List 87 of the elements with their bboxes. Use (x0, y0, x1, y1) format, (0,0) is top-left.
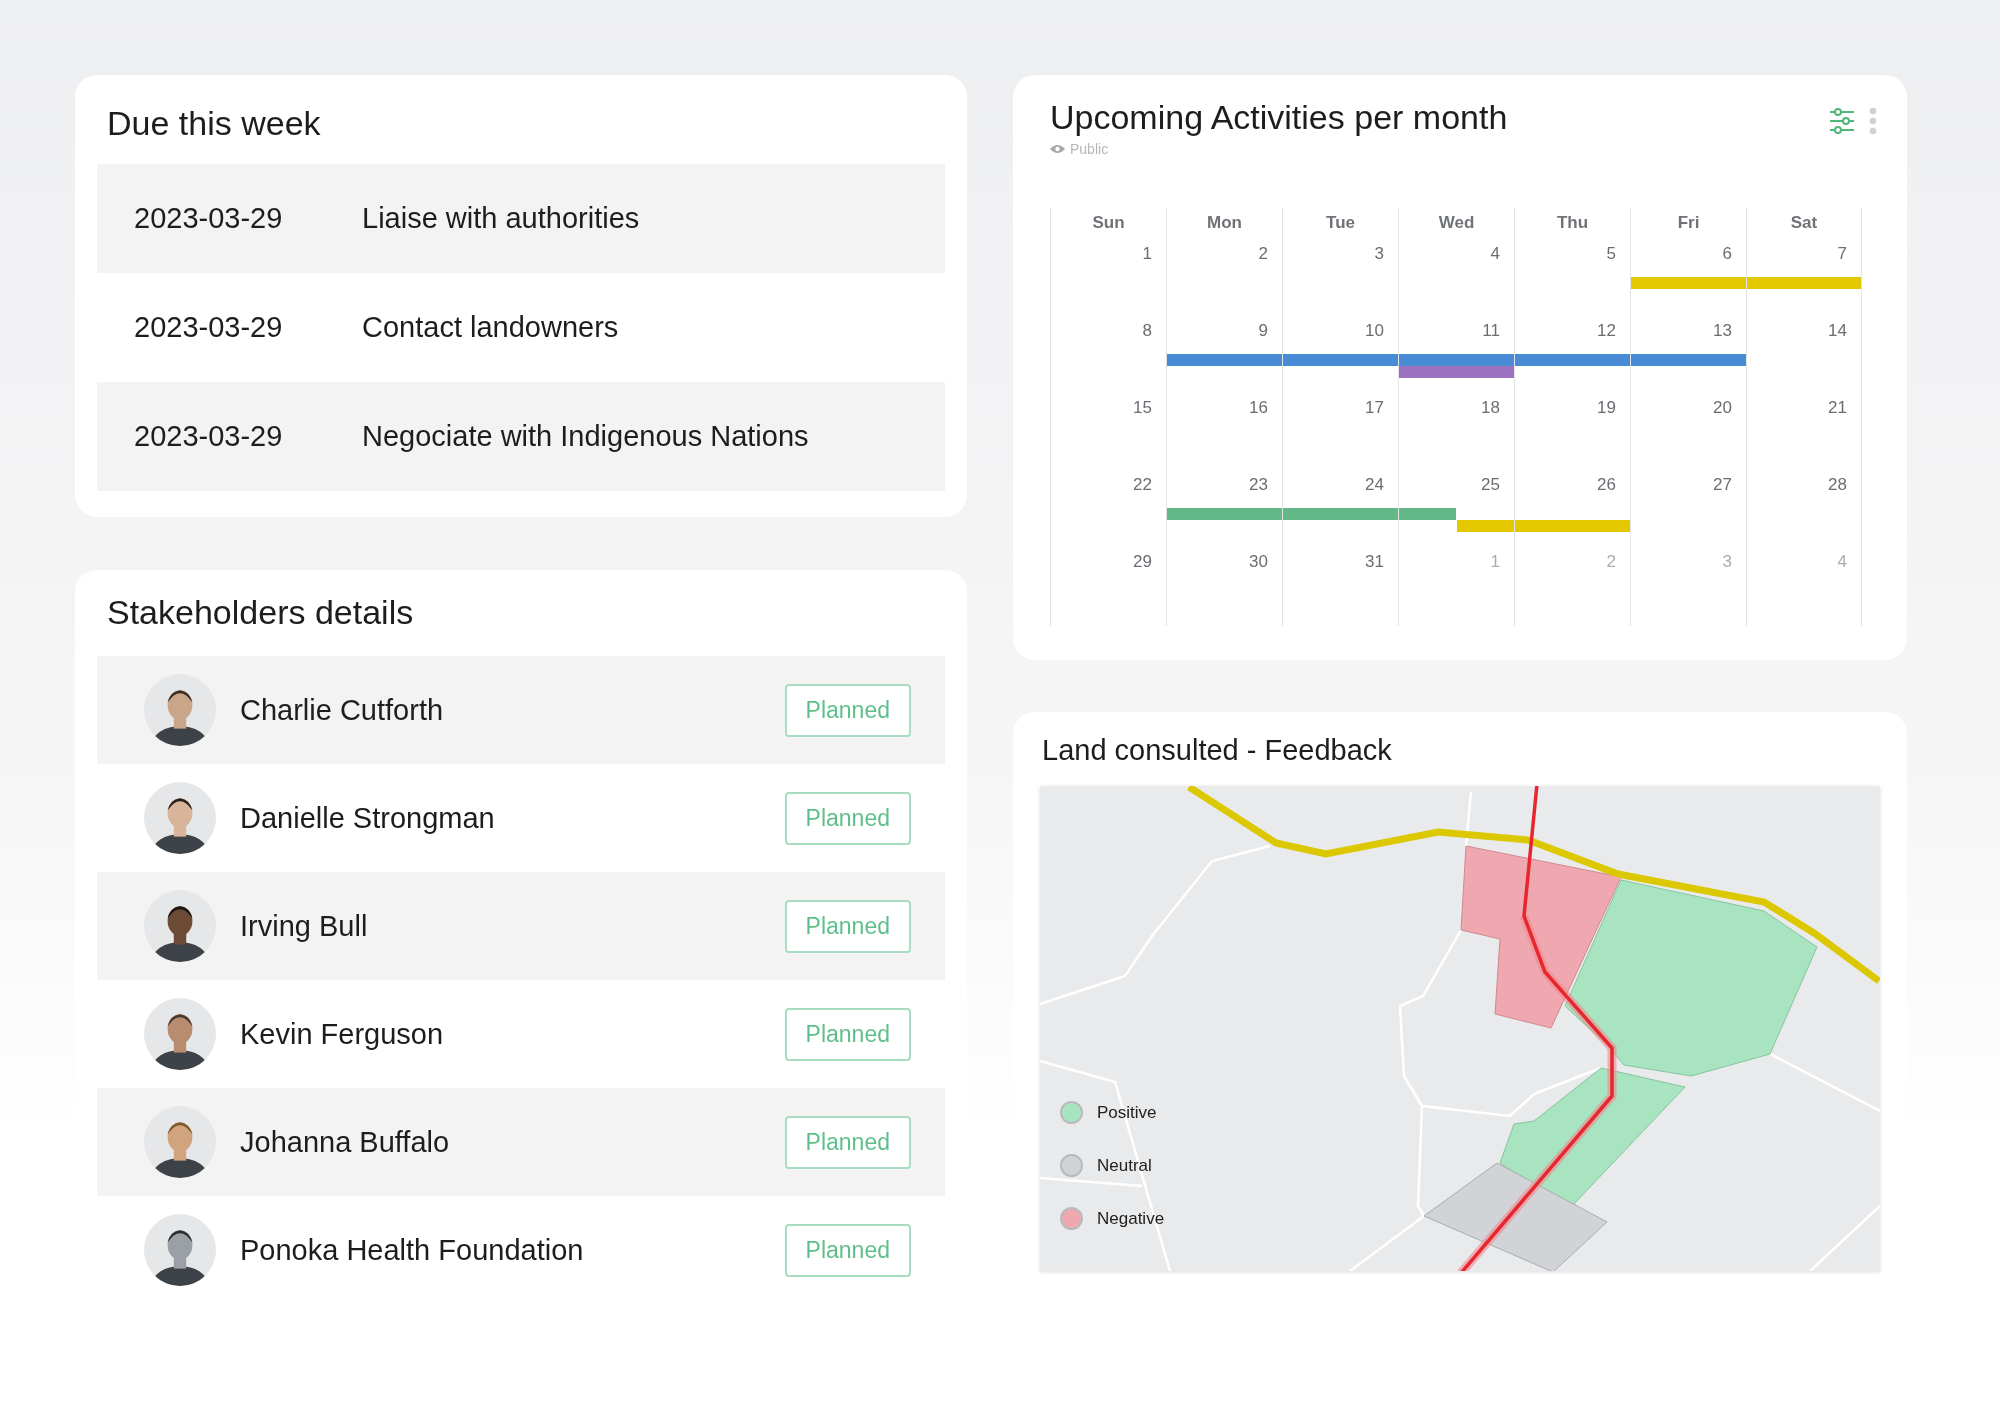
status-badge: Planned (784, 683, 911, 737)
event-bar[interactable] (1747, 277, 1861, 290)
event-bar[interactable] (1515, 520, 1630, 533)
task-name: Liaise with authorities (362, 202, 640, 235)
event-bar[interactable] (1167, 508, 1282, 521)
day-number: 15 (1133, 398, 1152, 419)
day-number: 27 (1713, 475, 1732, 496)
stakeholder-name: Charlie Cutforth (240, 693, 445, 727)
task-name: Negociate with Indigenous Nations (362, 420, 809, 453)
legend-label: Negative (1097, 1208, 1165, 1229)
legend-label: Positive (1097, 1102, 1157, 1123)
day-number: 17 (1365, 398, 1384, 419)
event-bar[interactable] (1283, 508, 1398, 521)
weekday-label: Mon (1206, 212, 1243, 235)
day-number: 19 (1597, 398, 1616, 419)
day-number: 14 (1828, 321, 1847, 342)
legend-label: Neutral (1097, 1155, 1152, 1176)
event-bar[interactable] (1515, 354, 1630, 367)
day-number: 8 (1142, 321, 1152, 342)
weekday-label: Tue (1325, 212, 1356, 235)
status-badge: Planned (784, 899, 911, 953)
day-number: 18 (1481, 398, 1500, 419)
more-icon[interactable] (1869, 107, 1877, 135)
stakeholder-name: Kevin Ferguson (240, 1017, 445, 1051)
day-number: 4 (1490, 244, 1500, 265)
status-badge: Planned (784, 791, 911, 845)
day-number: 29 (1133, 552, 1152, 573)
day-number: 30 (1249, 552, 1268, 573)
weekday-label: Thu (1555, 212, 1590, 235)
day-number: 3 (1374, 244, 1384, 265)
day-number: 16 (1249, 398, 1268, 419)
event-bar[interactable] (1399, 508, 1456, 521)
event-bar[interactable] (1457, 520, 1514, 533)
task-row[interactable]: 2023-03-29 Contact landowners (97, 273, 945, 382)
stakeholder-name: Ponoka Health Foundation (240, 1233, 585, 1267)
event-bar[interactable] (1399, 366, 1514, 379)
visibility-label: Public (1070, 141, 1109, 158)
event-bar[interactable] (1631, 354, 1746, 367)
day-number: 26 (1597, 475, 1616, 496)
day-number: 3 (1722, 552, 1732, 573)
event-bar[interactable] (1631, 277, 1746, 290)
day-number: 24 (1365, 475, 1384, 496)
event-bar[interactable] (1167, 354, 1282, 367)
task-row[interactable]: 2023-03-29 Liaise with authorities (97, 164, 945, 273)
stakeholder-name: Irving Bull (240, 909, 369, 943)
day-number: 23 (1249, 475, 1268, 496)
day-number: 11 (1482, 321, 1500, 342)
day-number: 2 (1258, 244, 1268, 265)
card-title: Due this week (106, 103, 322, 144)
day-number: 20 (1713, 398, 1732, 419)
status-badge: Planned (784, 1115, 911, 1169)
day-number: 22 (1133, 475, 1152, 496)
stakeholder-name: Danielle Strongman (240, 801, 496, 835)
event-bar[interactable] (1283, 354, 1398, 367)
weekday-label: Fri (1676, 212, 1701, 235)
due-date: 2023-03-29 (133, 420, 284, 453)
day-number: 2 (1606, 552, 1616, 573)
day-number: 25 (1481, 475, 1500, 496)
stakeholder-name: Johanna Buffalo (240, 1125, 451, 1159)
weekday-label: Wed (1437, 212, 1476, 235)
status-badge: Planned (784, 1007, 911, 1061)
weekday-label: Sun (1091, 212, 1126, 235)
day-number: 5 (1606, 244, 1616, 265)
status-badge: Planned (784, 1223, 911, 1277)
day-number: 21 (1828, 398, 1847, 419)
filter-icon[interactable] (1829, 108, 1855, 134)
card-title: Land consulted - Feedback (1041, 733, 1393, 768)
day-number: 9 (1258, 321, 1268, 342)
day-number: 31 (1365, 552, 1384, 573)
weekday-label: Sat (1789, 212, 1819, 235)
day-number: 7 (1837, 244, 1847, 265)
due-date: 2023-03-29 (133, 202, 284, 235)
day-number: 1 (1490, 552, 1500, 573)
task-name: Contact landowners (362, 311, 619, 344)
due-date: 2023-03-29 (133, 311, 284, 344)
task-row[interactable]: 2023-03-29 Negociate with Indigenous Nations (97, 382, 945, 491)
card-title: Stakeholders details (106, 592, 415, 633)
day-number: 4 (1837, 552, 1847, 573)
day-number: 1 (1142, 244, 1152, 265)
day-number: 10 (1365, 321, 1384, 342)
day-number: 28 (1828, 475, 1847, 496)
map-drawing[interactable] (1040, 786, 1880, 1271)
day-number: 6 (1722, 244, 1732, 265)
eye-icon (1050, 144, 1065, 155)
day-number: 13 (1713, 321, 1732, 342)
day-number: 12 (1597, 321, 1616, 342)
card-title: Upcoming Activities per month (1050, 97, 1509, 138)
